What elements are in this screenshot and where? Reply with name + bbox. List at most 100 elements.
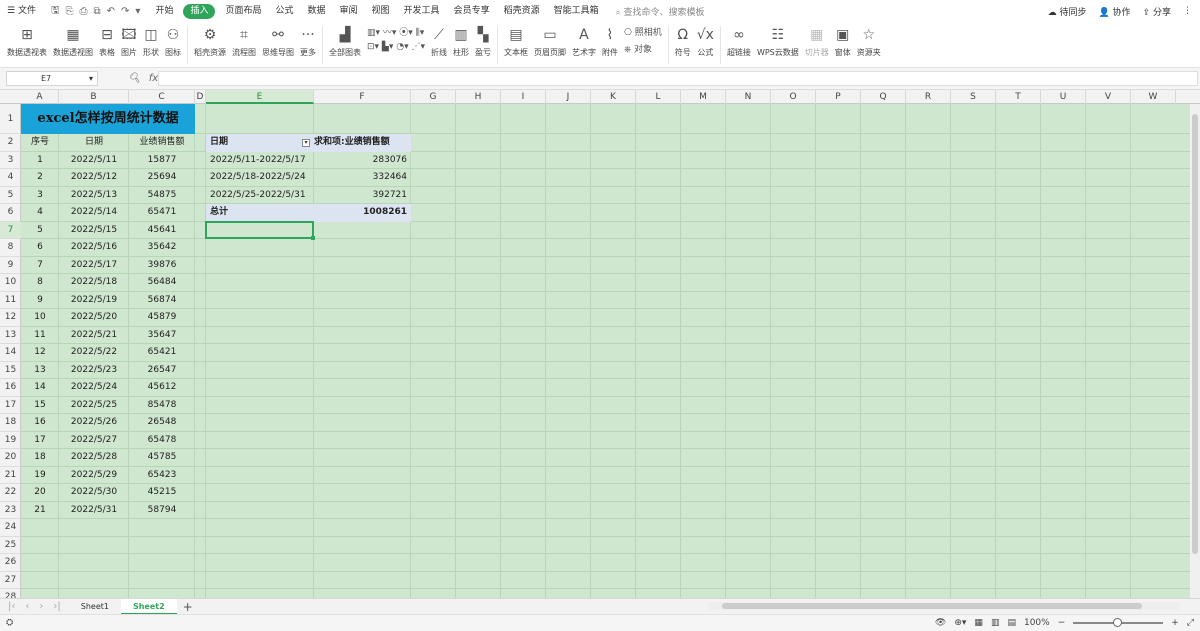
vertical-scroll-thumb[interactable]: [1192, 114, 1198, 554]
table-cell[interactable]: 21: [21, 502, 59, 520]
redo-icon[interactable]: ↷: [121, 6, 129, 17]
column-chart-icon[interactable]: ▥▾ 〰▾ ⦿▾ ⫼▾: [367, 25, 425, 38]
table-cell[interactable]: 2: [21, 169, 59, 187]
column-header-l[interactable]: L: [636, 90, 681, 104]
first-sheet-icon[interactable]: |‹: [8, 601, 15, 612]
table-cell[interactable]: 2022/5/25: [59, 397, 129, 415]
zoom-slider[interactable]: [1073, 618, 1164, 627]
tab-member[interactable]: 会员专享: [447, 0, 497, 22]
active-cell-e7[interactable]: [205, 220, 315, 240]
row-header-6[interactable]: 6: [0, 204, 21, 222]
table-cell[interactable]: 16: [21, 414, 59, 432]
column-header-w[interactable]: W: [1131, 90, 1176, 104]
row-header-20[interactable]: 20: [0, 449, 21, 467]
row-header-11[interactable]: 11: [0, 292, 21, 309]
more-button[interactable]: ··· 更多: [297, 22, 319, 58]
row-header-26[interactable]: 26: [0, 554, 21, 572]
pivot-row-value[interactable]: 332464: [314, 169, 411, 187]
table-header-cell[interactable]: 序号: [21, 134, 59, 152]
column-header-a[interactable]: A: [21, 90, 59, 104]
table-cell[interactable]: 19: [21, 467, 59, 485]
table-cell[interactable]: 2022/5/24: [59, 379, 129, 397]
table-cell[interactable]: 2022/5/18: [59, 274, 129, 292]
pivot-row-label[interactable]: 2022/5/18-2022/5/24: [206, 169, 314, 187]
row-header-27[interactable]: 27: [0, 572, 21, 589]
sync-button[interactable]: ☁ 待同步: [1048, 5, 1087, 18]
page-layout-view-icon[interactable]: ▥: [991, 618, 1000, 628]
column-header-p[interactable]: P: [816, 90, 861, 104]
column-header-q[interactable]: Q: [861, 90, 906, 104]
row-header-9[interactable]: 9: [0, 257, 21, 274]
save-icon[interactable]: 🖫: [51, 3, 60, 20]
row-header-16[interactable]: 16: [0, 379, 21, 397]
table-cell[interactable]: 2022/5/15: [59, 222, 129, 240]
table-cell[interactable]: 14: [21, 379, 59, 397]
table-cell[interactable]: 12: [21, 344, 59, 362]
column-header-k[interactable]: K: [591, 90, 636, 104]
export-icon[interactable]: ⎘: [65, 6, 73, 17]
wps-cloud-data-button[interactable]: ☷ WPS云数据: [754, 22, 802, 58]
wordart-button[interactable]: A 艺术字: [569, 22, 599, 58]
camera-button[interactable]: ⎔ 照相机: [624, 25, 662, 38]
tab-review[interactable]: 审阅: [333, 0, 365, 22]
filter-dropdown-icon[interactable]: ▾: [302, 138, 310, 147]
table-cell[interactable]: 2022/5/26: [59, 414, 129, 432]
tab-insert[interactable]: 插入: [183, 3, 216, 19]
table-cell[interactable]: 2022/5/28: [59, 449, 129, 467]
table-cell[interactable]: 56484: [129, 274, 195, 292]
attachment-button[interactable]: ⌇ 附件: [599, 22, 621, 58]
table-cell[interactable]: 3: [21, 187, 59, 205]
column-header-c[interactable]: C: [129, 90, 195, 104]
table-cell[interactable]: 2022/5/19: [59, 292, 129, 310]
pivot-chart-button[interactable]: ▦ 数据透视图: [50, 22, 96, 58]
table-cell[interactable]: 8: [21, 274, 59, 292]
row-header-17[interactable]: 17: [0, 397, 21, 414]
tab-docer[interactable]: 稻壳资源: [497, 0, 547, 22]
row-header-4[interactable]: 4: [0, 169, 21, 187]
object-button[interactable]: ⎈ 对象: [624, 42, 662, 55]
tab-home[interactable]: 开始: [148, 0, 180, 22]
pivot-row-label[interactable]: 2022/5/25-2022/5/31: [206, 187, 314, 205]
textbox-button[interactable]: ▤ 文本框: [501, 22, 531, 58]
table-cell[interactable]: 2022/5/27: [59, 432, 129, 450]
column-header-s[interactable]: S: [951, 90, 996, 104]
sheet-tab-sheet2[interactable]: Sheet2: [120, 598, 177, 615]
fit-window-icon[interactable]: ⤢: [1187, 618, 1194, 628]
hyperlink-button[interactable]: ∞ 超链接: [724, 22, 754, 58]
mindmap-button[interactable]: ⚯ 思维导图: [259, 22, 297, 58]
table-cell[interactable]: 1: [21, 152, 59, 170]
form-button[interactable]: ▣ 窗体: [832, 22, 854, 58]
table-cell[interactable]: 45785: [129, 449, 195, 467]
table-cell[interactable]: 2022/5/12: [59, 169, 129, 187]
zoom-slider-knob[interactable]: [1113, 618, 1123, 627]
icon-button[interactable]: ⚇ 图标: [162, 22, 184, 58]
tab-formulas[interactable]: 公式: [268, 0, 300, 22]
pivot-filter-button[interactable]: ▾: [302, 138, 310, 148]
vertical-scrollbar[interactable]: [1190, 104, 1200, 598]
preview-icon[interactable]: ⧉: [93, 6, 100, 17]
column-header-v[interactable]: V: [1086, 90, 1131, 104]
row-header-28[interactable]: 28: [0, 589, 21, 598]
pivot-row-value[interactable]: 392721: [314, 187, 411, 205]
table-cell[interactable]: 45215: [129, 484, 195, 502]
row-header-5[interactable]: 5: [0, 187, 21, 204]
header-footer-button[interactable]: ▭ 页眉页脚: [531, 22, 569, 58]
tab-page-layout[interactable]: 页面布局: [218, 0, 268, 22]
table-cell[interactable]: 2022/5/30: [59, 484, 129, 502]
horizontal-scrollbar[interactable]: [708, 602, 1180, 610]
table-cell[interactable]: 45879: [129, 309, 195, 327]
table-cell[interactable]: 26548: [129, 414, 195, 432]
table-cell[interactable]: 65471: [129, 204, 195, 222]
name-box[interactable]: E7 ▾: [6, 71, 98, 86]
column-header-u[interactable]: U: [1041, 90, 1086, 104]
table-cell[interactable]: 10: [21, 309, 59, 327]
function-icon[interactable]: fx: [149, 73, 158, 84]
sparkline-line-button[interactable]: ⟋ 折线: [428, 22, 450, 58]
row-header-18[interactable]: 18: [0, 414, 21, 432]
sparkline-winloss-button[interactable]: ▚ 盈亏: [472, 22, 494, 58]
command-search[interactable]: ⌕ 查找命令、搜索模板: [616, 5, 705, 18]
row-header-19[interactable]: 19: [0, 432, 21, 449]
column-header-i[interactable]: I: [501, 90, 546, 104]
table-cell[interactable]: 11: [21, 327, 59, 345]
table-header-cell[interactable]: 日期: [59, 134, 129, 152]
